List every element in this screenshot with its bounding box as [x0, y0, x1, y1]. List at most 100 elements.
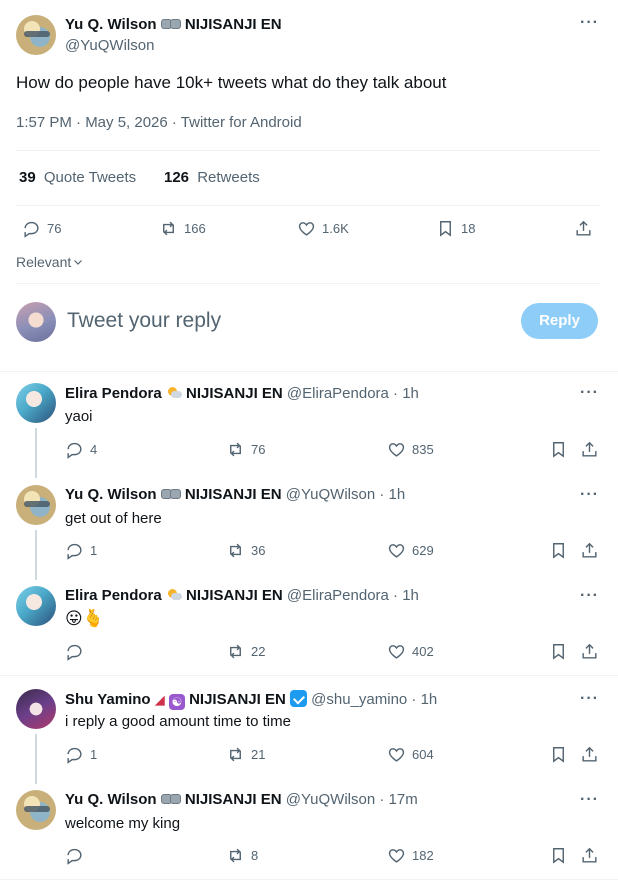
more-icon[interactable]: ···	[580, 587, 599, 605]
share-icon	[582, 847, 597, 863]
retweet-count: 166	[184, 221, 206, 236]
reply-header: Elira Pendora NIJISANJI EN @EliraPendora…	[65, 587, 419, 604]
reply-author-name[interactable]: Elira Pendora	[65, 385, 162, 402]
author-name-line: Yu Q. Wilson NIJISANJI EN	[65, 16, 282, 33]
retweet-label: Retweets	[197, 169, 260, 186]
reply-action[interactable]: 76	[22, 219, 61, 238]
more-icon[interactable]: ···	[580, 486, 599, 504]
sort-label: Relevant	[16, 254, 72, 270]
reply-icon	[67, 543, 82, 560]
more-icon[interactable]: ···	[580, 791, 599, 809]
yin-yang-icon: ☯	[168, 694, 185, 710]
retweet-icon	[230, 747, 241, 762]
like-action[interactable]: 604	[387, 745, 434, 764]
share-action[interactable]	[580, 745, 599, 764]
reply-text: i reply a good amount time to time	[65, 713, 291, 730]
reply-author-affiliation: NIJISANJI EN	[186, 587, 283, 604]
share-action[interactable]	[580, 642, 599, 661]
reply-avatar[interactable]	[16, 485, 56, 525]
separator: ·	[375, 791, 389, 808]
retweet-action[interactable]: 36	[226, 541, 265, 560]
share-action[interactable]	[574, 219, 593, 238]
reply-action[interactable]: 4	[65, 440, 97, 459]
reply-author-name[interactable]: Shu Yamino	[65, 691, 151, 708]
reply-avatar[interactable]	[16, 586, 56, 626]
retweet-action[interactable]: 8	[226, 846, 258, 865]
reply-text: welcome my king	[65, 815, 181, 832]
reply-time[interactable]: 17m	[389, 791, 418, 808]
retweet-count: 76	[251, 442, 266, 457]
thread-line	[35, 530, 37, 580]
like-action[interactable]: 835	[387, 440, 434, 459]
thread-line	[35, 428, 37, 478]
retweet-action[interactable]: 22	[226, 642, 265, 661]
bookmark-icon	[553, 543, 564, 559]
author-handle[interactable]: @YuQWilson	[65, 37, 154, 54]
reply-author-handle[interactable]: @shu_yamino	[311, 691, 407, 708]
heart-icon	[388, 443, 405, 457]
bookmark-action[interactable]	[549, 745, 568, 764]
like-action[interactable]: 402	[387, 642, 434, 661]
bookmark-icon	[440, 221, 451, 237]
reply-time[interactable]: 1h	[421, 691, 438, 708]
bookmark-action[interactable]	[549, 541, 568, 560]
share-action[interactable]	[580, 440, 599, 459]
bookmark-action[interactable]	[549, 846, 568, 865]
retweets-stat[interactable]: 126 Retweets	[164, 169, 260, 186]
author-name[interactable]: Yu Q. Wilson	[65, 16, 157, 33]
share-action[interactable]	[580, 541, 599, 560]
share-icon	[582, 441, 597, 457]
retweet-count: 22	[251, 644, 266, 659]
reply-header: Shu Yamino ◢ ☯ NIJISANJI EN @shu_yamino …	[65, 690, 437, 710]
reply-header: Yu Q. Wilson NIJISANJI EN @YuQWilson · 1…	[65, 486, 405, 503]
reply-action[interactable]	[65, 642, 84, 661]
reply-action[interactable]: 1	[65, 745, 97, 764]
share-icon	[576, 220, 591, 236]
reply-time[interactable]: 1h	[402, 385, 419, 402]
bookmark-action[interactable]	[549, 440, 568, 459]
reply-action[interactable]	[65, 846, 84, 865]
reply-button[interactable]: Reply	[521, 303, 598, 339]
retweet-action[interactable]: 21	[226, 745, 265, 764]
my-avatar	[16, 302, 56, 342]
separator: ·	[388, 385, 403, 402]
reply-icon	[24, 221, 39, 238]
reply-avatar[interactable]	[16, 383, 56, 423]
reply-author-handle[interactable]: @EliraPendora	[287, 385, 389, 402]
reply-author-handle[interactable]: @YuQWilson	[286, 791, 375, 808]
reply-avatar[interactable]	[16, 689, 56, 729]
divider	[16, 205, 600, 206]
reply-author-name[interactable]: Yu Q. Wilson	[65, 486, 157, 503]
reply-author-handle[interactable]: @YuQWilson	[286, 486, 375, 503]
retweet-action[interactable]: 166	[159, 219, 206, 238]
reply-avatar[interactable]	[16, 790, 56, 830]
like-action[interactable]: 629	[387, 541, 434, 560]
reply-author-handle[interactable]: @EliraPendora	[287, 587, 389, 604]
like-count: 402	[412, 644, 434, 659]
author-avatar[interactable]	[16, 15, 56, 55]
sneaker-icon: ◢	[154, 692, 165, 707]
share-action[interactable]	[580, 846, 599, 865]
more-icon[interactable]: ···	[580, 384, 599, 402]
more-icon[interactable]: ···	[580, 14, 599, 32]
reply-text: get out of here	[65, 510, 162, 527]
bookmark-action[interactable]	[549, 642, 568, 661]
like-action[interactable]: 1.6K	[297, 219, 349, 238]
reply-time[interactable]: 1h	[389, 486, 406, 503]
more-icon[interactable]: ···	[580, 690, 599, 708]
quote-tweets-stat[interactable]: 39 Quote Tweets	[19, 169, 136, 186]
like-action[interactable]: 182	[387, 846, 434, 865]
retweet-action[interactable]: 76	[226, 440, 265, 459]
reply-input[interactable]: Tweet your reply	[67, 309, 221, 333]
sort-selector[interactable]: Relevant	[16, 254, 84, 270]
reply-text: yaoi	[65, 408, 93, 425]
bookmark-action[interactable]: 18	[436, 219, 475, 238]
reply-time[interactable]: 1h	[402, 587, 419, 604]
reply-author-affiliation: NIJISANJI EN	[189, 691, 286, 708]
heart-icon	[388, 645, 405, 659]
reply-author-affiliation: NIJISANJI EN	[184, 791, 282, 808]
retweet-count: 126	[164, 169, 190, 186]
reply-author-name[interactable]: Elira Pendora	[65, 587, 162, 604]
reply-author-name[interactable]: Yu Q. Wilson	[65, 791, 157, 808]
reply-action[interactable]: 1	[65, 541, 97, 560]
